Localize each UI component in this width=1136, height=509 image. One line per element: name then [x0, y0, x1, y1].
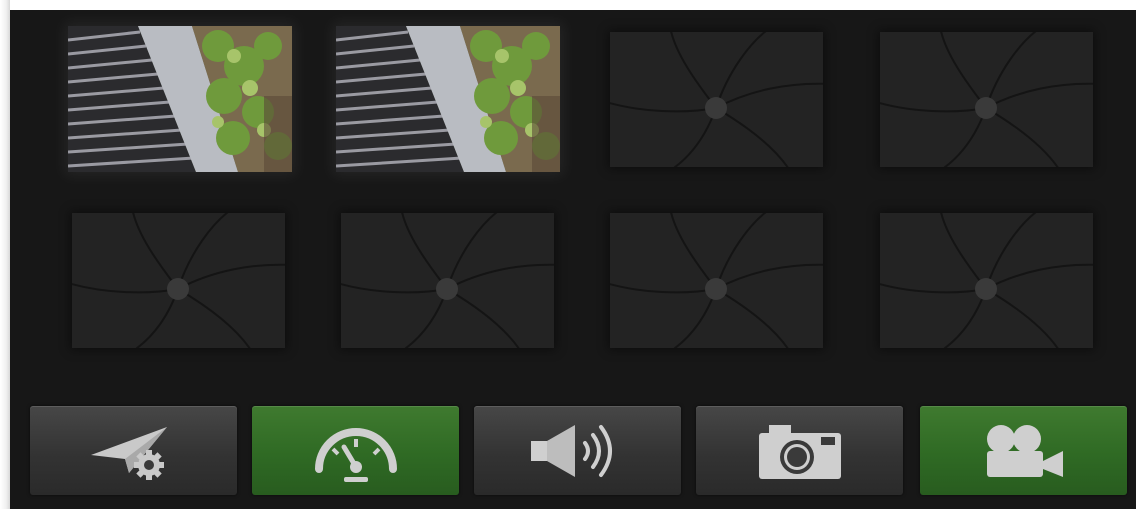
empty-slot-3[interactable] — [610, 32, 823, 167]
photo-image — [336, 26, 560, 172]
volume-button[interactable] — [474, 406, 681, 495]
empty-slot-7[interactable] — [610, 213, 823, 348]
camera-shutter-icon — [610, 213, 823, 348]
send-settings-button[interactable] — [30, 406, 237, 495]
video-camera-icon — [986, 424, 1063, 477]
speedometer-icon — [314, 427, 397, 482]
camera-shutter-icon — [72, 213, 285, 348]
empty-slot-6[interactable] — [341, 213, 554, 348]
empty-slot-5[interactable] — [72, 213, 285, 348]
camera-shutter-icon — [880, 32, 1093, 167]
screen-edge — [0, 0, 10, 509]
speaker-volume-icon — [530, 424, 612, 477]
empty-slot-4[interactable] — [880, 32, 1093, 167]
photo-image — [68, 26, 292, 172]
send-settings-icon — [90, 426, 167, 480]
photo-thumbnail-1[interactable] — [68, 26, 292, 172]
camera-shutter-icon — [610, 32, 823, 167]
photo-thumbnail-2[interactable] — [336, 26, 560, 172]
speedometer-button[interactable] — [252, 406, 459, 495]
camera-app-screen — [10, 10, 1136, 509]
empty-slot-8[interactable] — [880, 213, 1093, 348]
video-camera-button[interactable] — [920, 406, 1127, 495]
camera-shutter-icon — [341, 213, 554, 348]
camera-icon — [758, 424, 841, 479]
camera-shutter-icon — [880, 213, 1093, 348]
camera-button[interactable] — [696, 406, 903, 495]
